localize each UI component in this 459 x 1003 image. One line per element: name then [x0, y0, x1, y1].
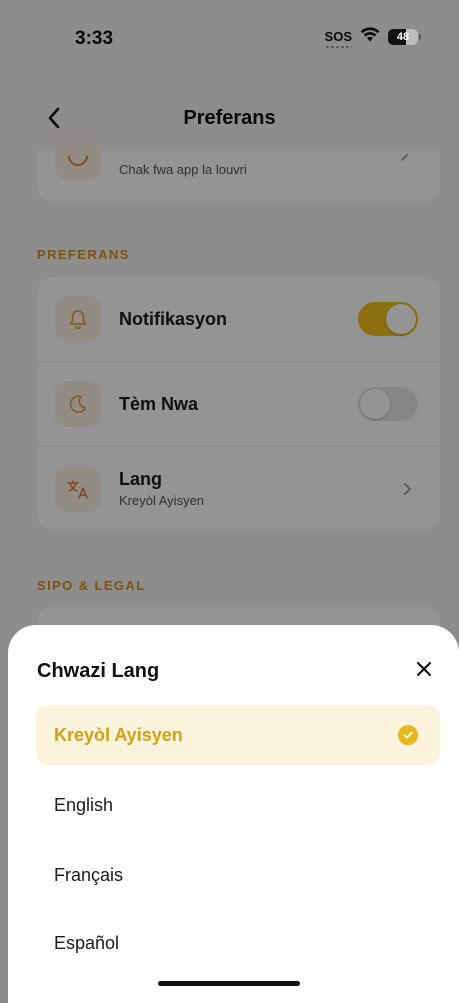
close-button[interactable]: [413, 658, 435, 680]
language-option-label: English: [54, 794, 114, 815]
language-sheet: Chwazi Lang Kreyòl Ayisyen English Franç…: [8, 625, 459, 1003]
battery-level: 48: [396, 31, 410, 43]
language-option-kreyol[interactable]: Kreyòl Ayisyen: [36, 705, 440, 765]
language-option-english[interactable]: English: [36, 775, 440, 835]
language-option-french[interactable]: Français: [36, 845, 440, 905]
close-icon: [416, 661, 432, 677]
language-option-spanish[interactable]: Español: [36, 913, 440, 973]
check-icon: [398, 725, 418, 745]
sheet-title: Chwazi Lang: [37, 660, 160, 682]
language-option-label: Español: [54, 932, 120, 953]
home-indicator: [158, 981, 300, 986]
language-option-label: Français: [54, 864, 124, 885]
language-option-label: Kreyòl Ayisyen: [54, 724, 183, 745]
